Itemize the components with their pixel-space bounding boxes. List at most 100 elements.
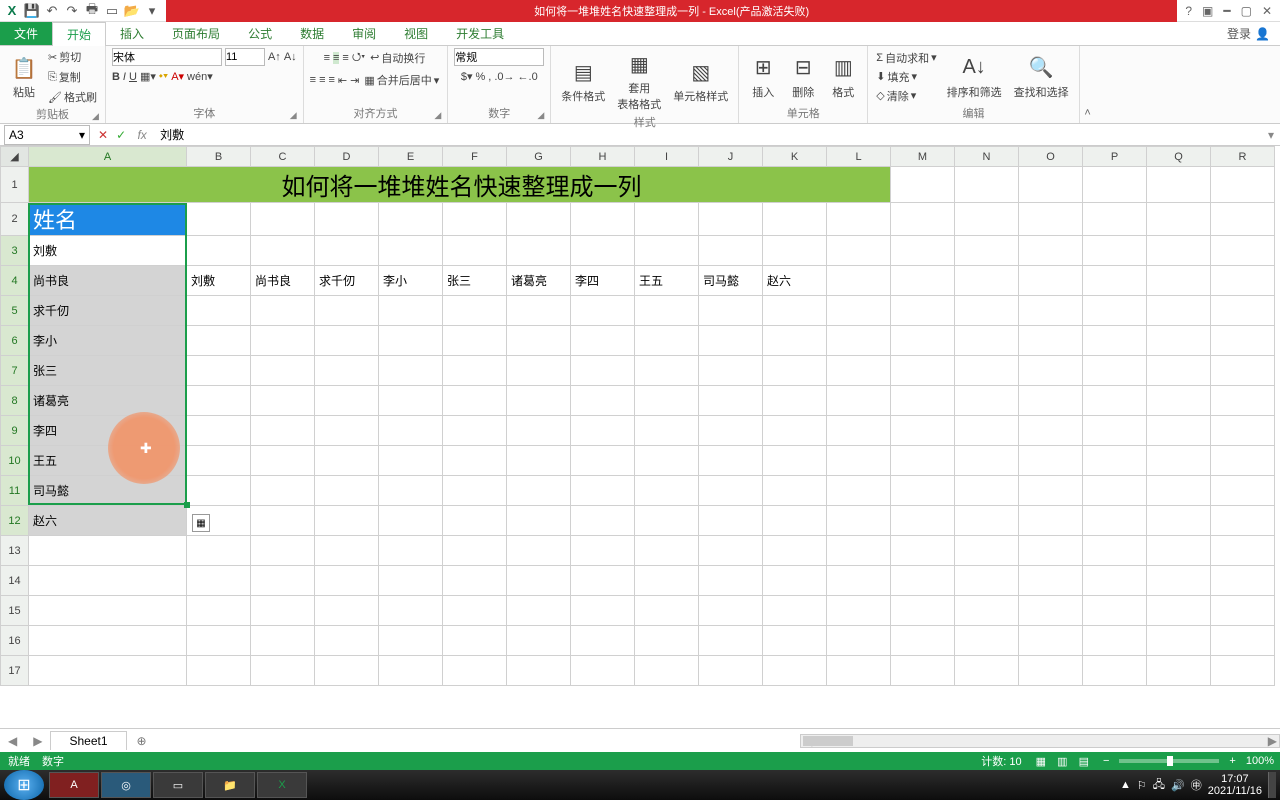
cell[interactable]: 李四 xyxy=(29,416,187,446)
cell[interactable] xyxy=(763,203,827,236)
cell[interactable] xyxy=(1147,566,1211,596)
cell[interactable] xyxy=(1083,476,1147,506)
row-header-8[interactable]: 8 xyxy=(1,386,29,416)
cell[interactable] xyxy=(699,566,763,596)
cell[interactable] xyxy=(379,296,443,326)
indent-inc-icon[interactable]: ⇥ xyxy=(350,74,359,87)
col-header-P[interactable]: P xyxy=(1083,147,1147,167)
cell[interactable] xyxy=(443,296,507,326)
cell[interactable] xyxy=(955,326,1019,356)
qat-more-icon[interactable]: ▾ xyxy=(144,3,160,19)
cell[interactable] xyxy=(315,596,379,626)
tab-data[interactable]: 数据 xyxy=(286,22,338,45)
cell[interactable] xyxy=(827,416,891,446)
cell[interactable] xyxy=(571,656,635,686)
row-header-9[interactable]: 9 xyxy=(1,416,29,446)
cell[interactable] xyxy=(827,296,891,326)
cell[interactable] xyxy=(1083,266,1147,296)
cell[interactable]: 王五 xyxy=(29,446,187,476)
cell[interactable] xyxy=(955,506,1019,536)
ribbon-options-icon[interactable]: ▣ xyxy=(1202,4,1213,18)
cell[interactable] xyxy=(1083,596,1147,626)
bold-button[interactable]: B xyxy=(112,71,120,83)
cell[interactable] xyxy=(571,326,635,356)
cell[interactable] xyxy=(187,356,251,386)
cell[interactable] xyxy=(635,236,699,266)
cell[interactable] xyxy=(699,536,763,566)
col-header-N[interactable]: N xyxy=(955,147,1019,167)
align-right-icon[interactable]: ≡ xyxy=(329,74,335,86)
cell[interactable] xyxy=(763,326,827,356)
cell[interactable] xyxy=(635,536,699,566)
decrease-font-icon[interactable]: A↓ xyxy=(284,51,297,63)
cell[interactable] xyxy=(251,656,315,686)
row-header-14[interactable]: 14 xyxy=(1,566,29,596)
col-header-O[interactable]: O xyxy=(1019,147,1083,167)
cell-styles-button[interactable]: ▧单元格样式 xyxy=(669,56,732,106)
cell[interactable] xyxy=(1019,596,1083,626)
cell[interactable] xyxy=(699,626,763,656)
cell[interactable] xyxy=(1083,416,1147,446)
tab-review[interactable]: 审阅 xyxy=(338,22,390,45)
indent-dec-icon[interactable]: ⇤ xyxy=(338,74,347,87)
tab-file[interactable]: 文件 xyxy=(0,22,52,45)
cell[interactable] xyxy=(1019,476,1083,506)
expand-formula-icon[interactable]: ▾ xyxy=(1262,128,1280,142)
cell[interactable] xyxy=(187,566,251,596)
cell[interactable] xyxy=(1147,416,1211,446)
cell[interactable] xyxy=(1019,386,1083,416)
cell[interactable] xyxy=(891,506,955,536)
cell[interactable] xyxy=(1147,203,1211,236)
taskbar-app-browser[interactable]: ◎ xyxy=(101,772,151,798)
dec-decimal-icon[interactable]: ←.0 xyxy=(518,71,538,83)
cell[interactable] xyxy=(1019,506,1083,536)
show-desktop-icon[interactable] xyxy=(1268,772,1276,798)
cell[interactable] xyxy=(955,536,1019,566)
undo-icon[interactable]: ↶ xyxy=(44,3,60,19)
name-box[interactable]: A3▾ xyxy=(4,125,90,145)
cell[interactable] xyxy=(1211,167,1275,203)
tab-view[interactable]: 视图 xyxy=(390,22,442,45)
cell[interactable] xyxy=(1211,626,1275,656)
cell[interactable] xyxy=(955,386,1019,416)
cell[interactable] xyxy=(1147,536,1211,566)
cell[interactable] xyxy=(1147,506,1211,536)
sort-filter-button[interactable]: A↓排序和筛选 xyxy=(943,52,1006,102)
col-header-L[interactable]: L xyxy=(827,147,891,167)
cell[interactable] xyxy=(1019,566,1083,596)
cell[interactable] xyxy=(635,356,699,386)
cell[interactable] xyxy=(507,326,571,356)
cell[interactable] xyxy=(827,203,891,236)
cell[interactable] xyxy=(187,626,251,656)
cell[interactable] xyxy=(507,296,571,326)
cell[interactable] xyxy=(379,536,443,566)
cell[interactable] xyxy=(187,386,251,416)
cell[interactable] xyxy=(251,446,315,476)
cell[interactable] xyxy=(955,203,1019,236)
cell[interactable] xyxy=(379,476,443,506)
cell[interactable] xyxy=(763,476,827,506)
cell[interactable] xyxy=(827,596,891,626)
cell[interactable] xyxy=(443,506,507,536)
currency-icon[interactable]: $▾ xyxy=(461,70,473,83)
cell[interactable] xyxy=(635,566,699,596)
cell[interactable] xyxy=(315,236,379,266)
cell[interactable]: 张三 xyxy=(443,266,507,296)
cell[interactable] xyxy=(1147,296,1211,326)
cell[interactable]: 李四 xyxy=(571,266,635,296)
cell[interactable] xyxy=(29,566,187,596)
cell[interactable]: 王五 xyxy=(635,266,699,296)
cell[interactable] xyxy=(699,596,763,626)
cell[interactable] xyxy=(1083,203,1147,236)
comma-icon[interactable]: , xyxy=(488,71,491,83)
cell[interactable] xyxy=(699,656,763,686)
cell[interactable] xyxy=(891,566,955,596)
cell[interactable] xyxy=(187,596,251,626)
col-header-Q[interactable]: Q xyxy=(1147,147,1211,167)
cell[interactable] xyxy=(1211,566,1275,596)
cell[interactable] xyxy=(571,446,635,476)
cell[interactable] xyxy=(29,596,187,626)
row-header-15[interactable]: 15 xyxy=(1,596,29,626)
cell[interactable] xyxy=(1083,446,1147,476)
tray-ime-icon[interactable]: ㊥ xyxy=(1191,777,1202,793)
